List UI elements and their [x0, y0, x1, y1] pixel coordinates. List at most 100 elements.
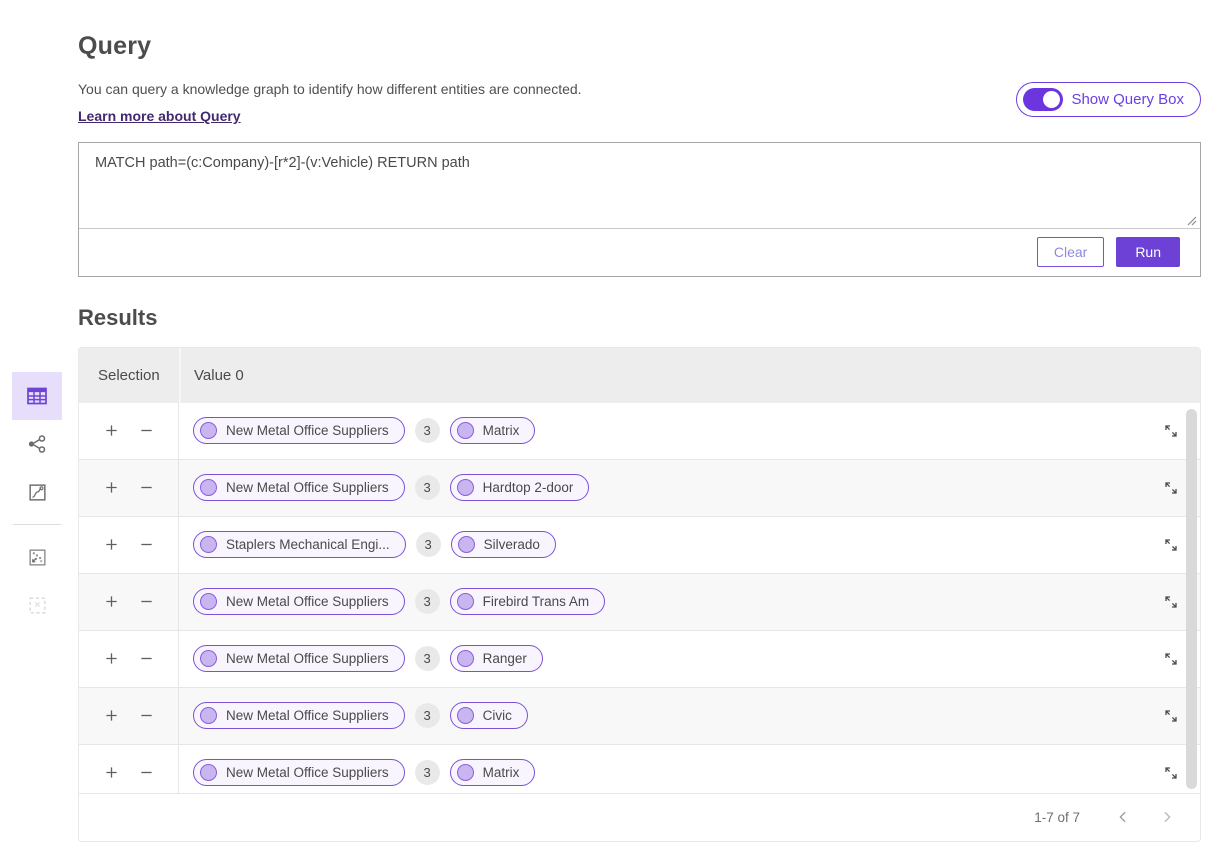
relationship-count-badge: 3 [415, 646, 440, 671]
entity-dot-icon [200, 422, 217, 439]
results-title: Results [78, 305, 1201, 331]
rail-divider [13, 524, 61, 525]
clear-button[interactable]: Clear [1037, 237, 1104, 267]
view-switcher-rail [12, 372, 62, 629]
value-cell: New Metal Office Suppliers 3 Civic [179, 688, 1142, 744]
source-entity-label: New Metal Office Suppliers [226, 651, 389, 666]
entity-dot-icon [200, 707, 217, 724]
add-selection-button[interactable] [102, 421, 121, 440]
add-selection-button[interactable] [102, 478, 121, 497]
source-entity-pill[interactable]: New Metal Office Suppliers [193, 474, 405, 501]
remove-selection-button[interactable] [137, 649, 156, 668]
entity-dot-icon [457, 593, 474, 610]
source-entity-label: New Metal Office Suppliers [226, 423, 389, 438]
relationship-count-badge: 3 [416, 532, 441, 557]
entity-dot-icon [200, 536, 217, 553]
source-entity-pill[interactable]: New Metal Office Suppliers [193, 417, 405, 444]
target-entity-pill[interactable]: Firebird Trans Am [450, 588, 606, 615]
source-entity-label: New Metal Office Suppliers [226, 708, 389, 723]
table-row: New Metal Office Suppliers 3 Firebird Tr… [79, 574, 1200, 631]
table-row: New Metal Office Suppliers 3 Matrix [79, 403, 1200, 460]
previous-page-button[interactable] [1106, 804, 1140, 830]
query-page: Query You can query a knowledge graph to… [78, 0, 1201, 842]
entity-dot-icon [457, 479, 474, 496]
show-query-box-toggle[interactable]: Show Query Box [1016, 82, 1201, 117]
value-cell: New Metal Office Suppliers 3 Hardtop 2-d… [179, 460, 1142, 516]
add-selection-button[interactable] [102, 706, 121, 725]
entity-dot-icon [200, 650, 217, 667]
selection-box-icon[interactable] [12, 581, 62, 629]
source-entity-pill[interactable]: New Metal Office Suppliers [193, 645, 405, 672]
learn-more-link[interactable]: Learn more about Query [78, 108, 241, 124]
target-entity-pill[interactable]: Hardtop 2-door [450, 474, 590, 501]
query-input[interactable]: MATCH path=(c:Company)-[r*2]-(v:Vehicle)… [79, 143, 1200, 229]
selection-cell [79, 631, 179, 687]
remove-selection-button[interactable] [137, 478, 156, 497]
remove-selection-button[interactable] [137, 421, 156, 440]
pagination-range: 1-7 of 7 [1034, 810, 1080, 825]
results-table: Selection Value 0 New Metal Office Suppl… [78, 347, 1201, 842]
source-entity-label: New Metal Office Suppliers [226, 594, 389, 609]
value-cell: New Metal Office Suppliers 3 Matrix [179, 745, 1142, 793]
value-cell: New Metal Office Suppliers 3 Ranger [179, 631, 1142, 687]
expand-row-button[interactable] [1158, 475, 1184, 501]
expand-row-button[interactable] [1158, 760, 1184, 786]
expand-row-button[interactable] [1158, 418, 1184, 444]
target-entity-label: Ranger [483, 651, 527, 666]
expand-row-button[interactable] [1158, 532, 1184, 558]
source-entity-pill[interactable]: New Metal Office Suppliers [193, 759, 405, 786]
source-entity-pill[interactable]: New Metal Office Suppliers [193, 588, 405, 615]
next-page-button[interactable] [1150, 804, 1184, 830]
add-selection-button[interactable] [102, 763, 121, 782]
query-box: MATCH path=(c:Company)-[r*2]-(v:Vehicle)… [78, 142, 1201, 277]
entity-dot-icon [458, 536, 475, 553]
table-view-icon[interactable] [12, 372, 62, 420]
selection-cell [79, 460, 179, 516]
selection-cell [79, 517, 179, 573]
entity-dot-icon [457, 707, 474, 724]
remove-selection-button[interactable] [137, 535, 156, 554]
entity-dot-icon [200, 593, 217, 610]
add-selection-button[interactable] [102, 649, 121, 668]
expand-row-button[interactable] [1158, 646, 1184, 672]
selection-cell [79, 745, 179, 793]
relationship-count-badge: 3 [415, 703, 440, 728]
column-header-value0: Value 0 [179, 348, 1200, 403]
relationship-count-badge: 3 [415, 418, 440, 443]
table-header: Selection Value 0 [79, 348, 1200, 403]
page-intro: You can query a knowledge graph to ident… [78, 80, 1201, 126]
add-selection-button[interactable] [102, 535, 121, 554]
expand-row-button[interactable] [1158, 703, 1184, 729]
toggle-label: Show Query Box [1071, 91, 1184, 108]
remove-selection-button[interactable] [137, 706, 156, 725]
table-row: New Metal Office Suppliers 3 Civic [79, 688, 1200, 745]
table-row: New Metal Office Suppliers 3 Ranger [79, 631, 1200, 688]
value-cell: New Metal Office Suppliers 3 Matrix [179, 403, 1142, 459]
target-entity-pill[interactable]: Matrix [450, 417, 536, 444]
selection-cell [79, 403, 179, 459]
source-entity-pill[interactable]: New Metal Office Suppliers [193, 702, 405, 729]
remove-selection-button[interactable] [137, 763, 156, 782]
expand-row-button[interactable] [1158, 589, 1184, 615]
page-description: You can query a knowledge graph to ident… [78, 80, 582, 99]
target-entity-pill[interactable]: Silverado [451, 531, 556, 558]
entity-dot-icon [457, 650, 474, 667]
add-selection-button[interactable] [102, 592, 121, 611]
vertical-scrollbar-thumb[interactable] [1186, 409, 1197, 789]
target-entity-pill[interactable]: Matrix [450, 759, 536, 786]
value-cell: Staplers Mechanical Engi... 3 Silverado [179, 517, 1142, 573]
entity-dot-icon [457, 422, 474, 439]
run-button[interactable]: Run [1116, 237, 1180, 267]
image-view-icon[interactable] [12, 533, 62, 581]
remove-selection-button[interactable] [137, 592, 156, 611]
target-entity-label: Civic [483, 708, 512, 723]
resize-handle-icon[interactable] [1184, 213, 1197, 226]
target-entity-label: Matrix [483, 423, 520, 438]
target-entity-pill[interactable]: Ranger [450, 645, 543, 672]
value-cell: New Metal Office Suppliers 3 Firebird Tr… [179, 574, 1142, 630]
entity-dot-icon [200, 479, 217, 496]
target-entity-pill[interactable]: Civic [450, 702, 528, 729]
chart-view-icon[interactable] [12, 468, 62, 516]
graph-view-icon[interactable] [12, 420, 62, 468]
source-entity-pill[interactable]: Staplers Mechanical Engi... [193, 531, 406, 558]
